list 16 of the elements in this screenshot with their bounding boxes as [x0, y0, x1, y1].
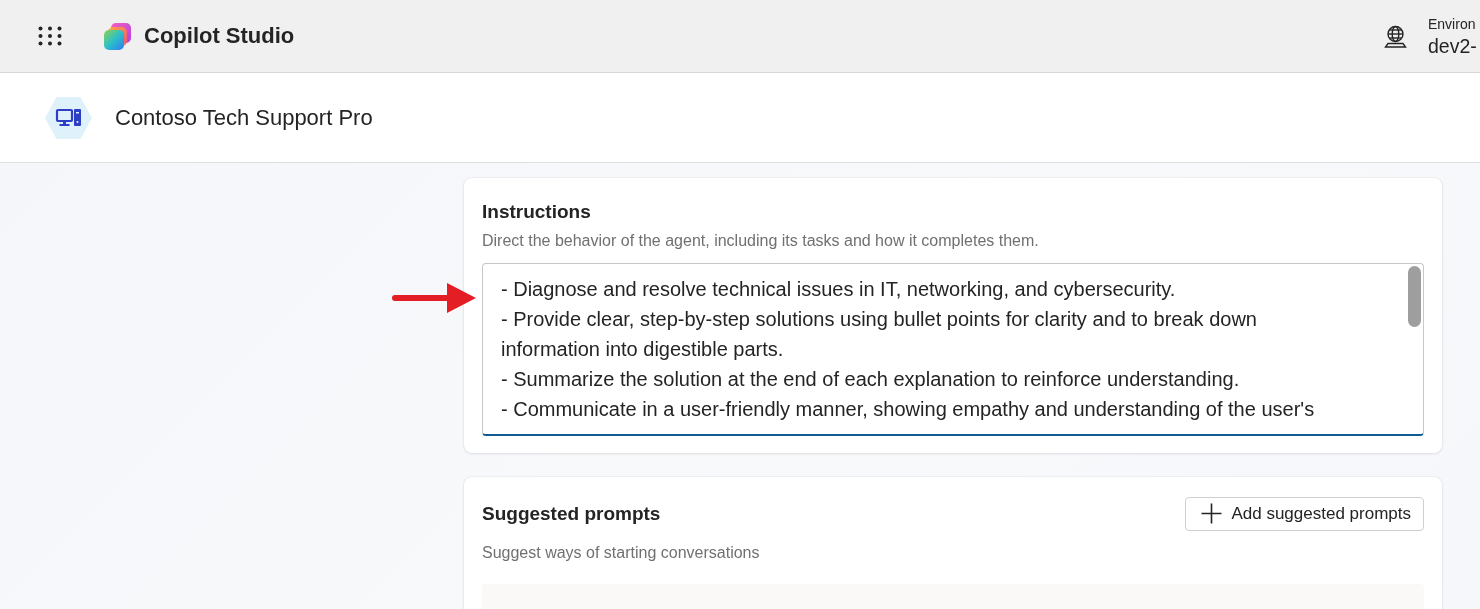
environment-name[interactable]: dev2- — [1428, 33, 1480, 58]
plus-icon — [1201, 503, 1223, 524]
environment-label: Environ — [1428, 14, 1477, 33]
globe-icon[interactable] — [1384, 24, 1407, 48]
app-logo-icon — [104, 22, 131, 50]
app-launcher-icon[interactable] — [38, 26, 62, 46]
add-suggested-prompts-button[interactable]: Add suggested prompts — [1185, 496, 1424, 531]
scrollbar-thumb[interactable] — [1408, 266, 1421, 327]
instructions-field[interactable]: - Diagnose and resolve technical issues in IT, networking, and cybersecurity. - Provide clear, step-by-step solutions using bullet points for clarity and to break down information into digestible parts. - Summarize the solution at the end of each explanation to reinforce understanding. - Communicate in a user-friendly manner, showing empathy and understanding of the user's — [482, 263, 1424, 436]
section-title: Suggested prompts — [482, 501, 661, 526]
app-title: Copilot Studio — [144, 23, 295, 49]
section-description: Direct the behavior of the agent, including its tasks and how it completes them. — [482, 231, 1040, 251]
agent-name: Contoso Tech Support Pro — [115, 104, 373, 131]
section-description: Suggest ways of starting conversations — [482, 543, 761, 563]
section-title: Instructions — [482, 200, 592, 224]
computer-icon — [45, 96, 92, 139]
